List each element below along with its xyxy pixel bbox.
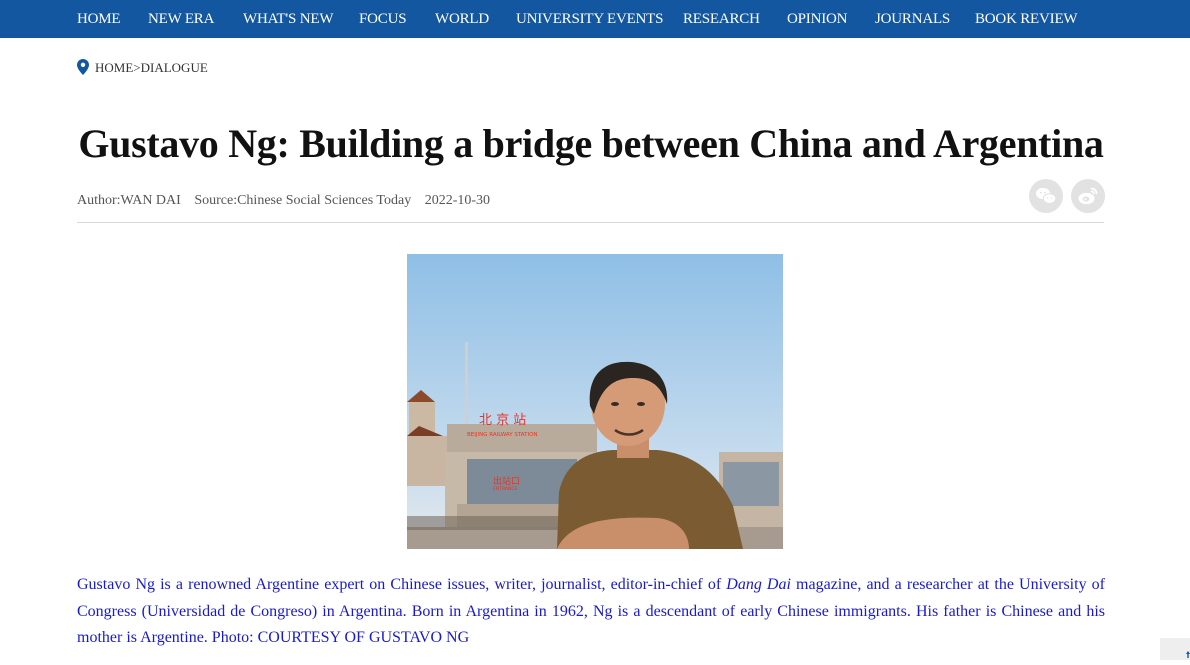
nav-item-research[interactable]: RESEARCH [683, 0, 760, 38]
breadcrumb-current-link[interactable]: DIALOGUE [141, 60, 208, 75]
exit-sign-chinese: 出站口 [493, 475, 520, 487]
weibo-icon [1078, 187, 1098, 205]
caption-text-before: Gustavo Ng is a renowned Argentine exper… [77, 576, 727, 593]
portrait-photo-image: 北 京 站 BEIJING RAILWAY STATION 出站口 ENTRAN… [407, 254, 783, 549]
nav-item-university-events[interactable]: UNIVERSITY EVENTS [516, 0, 663, 38]
photo-caption: Gustavo Ng is a renowned Argentine exper… [77, 572, 1105, 652]
article-photo: 北 京 站 BEIJING RAILWAY STATION 出站口 ENTRAN… [407, 254, 783, 549]
exit-sign-english: ENTRANCE [493, 486, 517, 492]
nav-item-book-review[interactable]: BOOK REVIEW [975, 0, 1078, 38]
nav-item-opinion[interactable]: OPINION [787, 0, 847, 38]
back-to-top-button[interactable] [1160, 638, 1190, 660]
wechat-icon [1036, 187, 1057, 204]
weibo-share-button[interactable] [1071, 179, 1105, 213]
nav-item-focus[interactable]: FOCUS [359, 0, 407, 38]
station-sign-english: BEIJING RAILWAY STATION [467, 432, 538, 438]
breadcrumb: HOME>DIALOGUE [77, 59, 208, 77]
breadcrumb-home-link[interactable]: HOME [95, 60, 133, 75]
meta-divider [77, 222, 1104, 223]
breadcrumb-separator: > [133, 60, 141, 75]
nav-item-home[interactable]: HOME [77, 0, 121, 38]
nav-item-world[interactable]: WORLD [435, 0, 489, 38]
wechat-share-button[interactable] [1029, 179, 1063, 213]
nav-item-new-era[interactable]: NEW ERA [148, 0, 214, 38]
up-arrow-icon [1186, 651, 1190, 658]
article-title: Gustavo Ng: Building a bridge between Ch… [78, 121, 1104, 166]
article-meta: Author:WAN DAI Source:Chinese Social Sci… [77, 191, 500, 211]
article-author: Author:WAN DAI [77, 193, 181, 208]
caption-magazine-name: Dang Dai [726, 576, 791, 593]
top-navigation: HOME NEW ERA WHAT'S NEW FOCUS WORLD UNIV… [0, 0, 1190, 38]
nav-item-journals[interactable]: JOURNALS [875, 0, 950, 38]
location-pin-icon [77, 59, 89, 75]
station-sign-chinese: 北 京 站 [479, 413, 526, 428]
article-source: Source:Chinese Social Sciences Today [194, 193, 412, 208]
nav-list: HOME NEW ERA WHAT'S NEW FOCUS WORLD UNIV… [0, 0, 1190, 38]
article-date: 2022-10-30 [424, 193, 491, 208]
nav-item-whats-new[interactable]: WHAT'S NEW [243, 0, 333, 38]
